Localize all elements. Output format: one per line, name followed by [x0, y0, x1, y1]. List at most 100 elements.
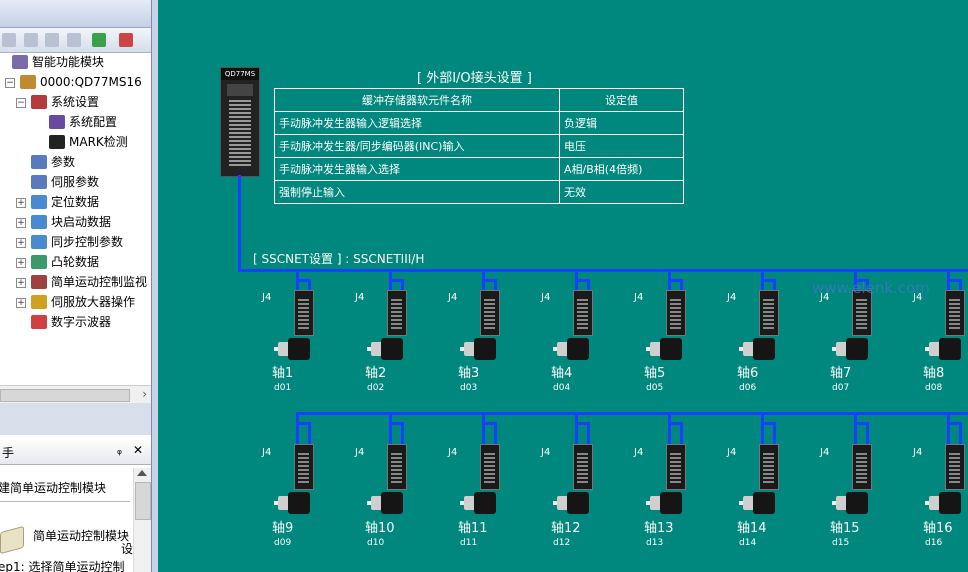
- motor-body: [660, 492, 682, 514]
- connector-label-j4: J4: [355, 447, 365, 458]
- servo-motor-icon[interactable]: [739, 492, 775, 514]
- expand-icon[interactable]: +: [16, 218, 26, 228]
- servo-motor-icon[interactable]: [925, 338, 961, 360]
- guide-item-title[interactable]: 简单运动控制模块: [33, 527, 129, 544]
- sscnet-settings-title: [ SSCNET设置 ] : SSCNETIII/H: [253, 252, 425, 266]
- guide-vertical-scrollbar[interactable]: [133, 468, 151, 572]
- servo-motor-icon[interactable]: [367, 492, 403, 514]
- sscnet-cable: [761, 422, 776, 425]
- copy-icon[interactable]: [2, 33, 16, 47]
- servo-motor-icon[interactable]: [646, 492, 682, 514]
- expand-icon[interactable]: +: [16, 298, 26, 308]
- servo-motor-icon[interactable]: [367, 338, 403, 360]
- expand-icon[interactable]: +: [16, 258, 26, 268]
- sscnet-cable: [389, 422, 404, 425]
- servo-amplifier[interactable]: [852, 444, 872, 490]
- sscnet-cable: [668, 422, 683, 425]
- servo-amplifier[interactable]: [666, 290, 686, 336]
- qd77ms-controller-module[interactable]: QD77MS: [220, 67, 260, 177]
- sscnet-cable: [959, 422, 962, 444]
- expand-icon[interactable]: +: [16, 278, 26, 288]
- axis-station-id: d09: [274, 538, 292, 548]
- guide-heading[interactable]: 建简单运动控制模块: [0, 479, 106, 496]
- servo-amplifier[interactable]: [759, 444, 779, 490]
- servo-amp-op-icon: [31, 295, 47, 309]
- scroll-right-arrow-icon[interactable]: ›: [142, 386, 147, 403]
- servo-amplifier[interactable]: [387, 290, 407, 336]
- sscnet-cable: [389, 279, 404, 282]
- servo-motor-icon[interactable]: [274, 338, 310, 360]
- table-cell[interactable]: 电压: [559, 134, 684, 158]
- sscnet-cable: [238, 175, 241, 272]
- column-header-name: 缓冲存储器软元件名称: [274, 88, 560, 112]
- system-config-icon: [49, 115, 65, 129]
- servo-motor-icon[interactable]: [646, 338, 682, 360]
- table-cell[interactable]: A相/B相(4倍频): [559, 157, 684, 181]
- pane-splitter[interactable]: [0, 403, 151, 435]
- servo-amplifier[interactable]: [759, 290, 779, 336]
- servo-amplifier[interactable]: [666, 444, 686, 490]
- collapse-icon[interactable]: −: [16, 98, 26, 108]
- motor-body: [846, 338, 868, 360]
- scrollbar-thumb[interactable]: [0, 389, 130, 402]
- tree-item-label: 0000:QD77MS16: [40, 75, 142, 89]
- servo-motor-icon[interactable]: [460, 492, 496, 514]
- servo-motor-icon[interactable]: [925, 492, 961, 514]
- sscnet-cable: [296, 422, 311, 425]
- table-cell[interactable]: 负逻辑: [559, 111, 684, 135]
- table-cell[interactable]: 无效: [559, 180, 684, 204]
- servo-amplifier[interactable]: [480, 290, 500, 336]
- table-row[interactable]: 手动脉冲发生器输入选择 A相/B相(4倍频): [274, 157, 684, 181]
- servo-motor-icon[interactable]: [832, 492, 868, 514]
- filter-icon[interactable]: [67, 33, 81, 47]
- guide-step[interactable]: ep1: 选择简单运动控制: [0, 558, 125, 572]
- scroll-up-icon[interactable]: [137, 470, 147, 476]
- tree-horizontal-scrollbar[interactable]: ›: [0, 385, 151, 403]
- servo-amplifier[interactable]: [294, 290, 314, 336]
- table-row[interactable]: 手动脉冲发生器/同步编码器(INC)输入 电压: [274, 134, 684, 158]
- servo-amplifier[interactable]: [480, 444, 500, 490]
- servo-motor-icon[interactable]: [460, 338, 496, 360]
- paste-icon[interactable]: [24, 33, 38, 47]
- sscnet-cable: [773, 422, 776, 444]
- table-row[interactable]: 手动脉冲发生器输入逻辑选择 负逻辑: [274, 111, 684, 135]
- servo-amplifier[interactable]: [945, 444, 965, 490]
- servo-amplifier[interactable]: [945, 290, 965, 336]
- servo-amplifier[interactable]: [387, 444, 407, 490]
- axis-label: 轴5: [644, 366, 666, 381]
- collapse-icon[interactable]: −: [5, 78, 15, 88]
- servo-amplifier[interactable]: [573, 290, 593, 336]
- table-row[interactable]: 强制停止输入 无效: [274, 180, 684, 204]
- servo-motor-icon[interactable]: [553, 338, 589, 360]
- tree-icon[interactable]: [45, 33, 59, 47]
- sscnet-cable: [947, 422, 962, 425]
- servo-motor-icon[interactable]: [553, 492, 589, 514]
- expand-icon[interactable]: +: [16, 238, 26, 248]
- expand-icon[interactable]: +: [16, 198, 26, 208]
- motor-body: [753, 492, 775, 514]
- servo-motor-icon[interactable]: [739, 338, 775, 360]
- divider: [0, 501, 130, 502]
- axis-station-id: d14: [739, 538, 757, 548]
- tree-item-label: 智能功能模块: [32, 55, 105, 69]
- servo-motor-icon[interactable]: [832, 338, 868, 360]
- servo-amplifier[interactable]: [573, 444, 593, 490]
- motor-body: [288, 338, 310, 360]
- servo-motor-icon[interactable]: [274, 492, 310, 514]
- watermark: www.elenk.com: [812, 279, 930, 297]
- scrollbar-thumb[interactable]: [135, 482, 151, 520]
- pin-icon[interactable]: ᵩ: [117, 443, 122, 457]
- axis-station-id: d15: [832, 538, 850, 548]
- refresh-icon[interactable]: [92, 33, 106, 47]
- servo-amplifier[interactable]: [294, 444, 314, 490]
- guide-panel-title-text: 手: [2, 446, 15, 460]
- motor-body: [753, 338, 775, 360]
- tree-item-label: MARK检测: [69, 135, 128, 149]
- axis-label: 轴13: [644, 521, 674, 536]
- exit-icon[interactable]: [119, 33, 133, 47]
- tree-item-label: 凸轮数据: [51, 255, 100, 269]
- sscnet-cable: [494, 422, 497, 444]
- tree-item-label: 参数: [51, 155, 76, 169]
- close-icon[interactable]: ✕: [133, 443, 143, 457]
- motor-body: [939, 338, 961, 360]
